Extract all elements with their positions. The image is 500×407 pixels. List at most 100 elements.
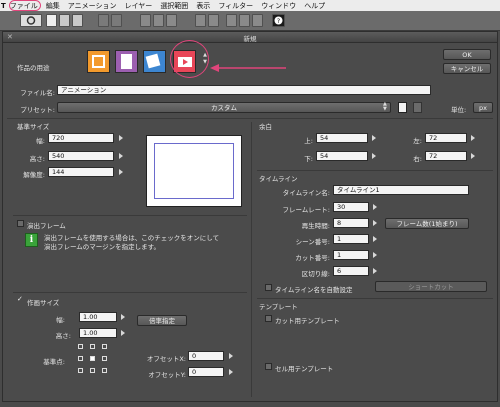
work-width-arrow-icon[interactable] (121, 314, 125, 320)
margin-bottom-input[interactable]: 54 (316, 151, 368, 161)
tool-button-4[interactable] (195, 14, 206, 27)
margin-right-input[interactable]: 72 (425, 151, 467, 161)
tool-button-7[interactable] (239, 14, 250, 27)
width-input[interactable]: 720 (48, 133, 114, 143)
cel-template-label: セル用テンプレート (275, 365, 334, 373)
menu-animation[interactable]: アニメーション (68, 1, 117, 11)
tool-button-5[interactable] (208, 14, 219, 27)
column-divider (251, 122, 252, 397)
timeline-name-input[interactable]: タイムライン1 (333, 185, 469, 195)
margin-top-arrow-icon[interactable] (372, 135, 376, 141)
work-width-input[interactable]: 1.00 (79, 312, 117, 322)
divider-right-2 (257, 298, 493, 299)
canvas-preview-frame (154, 143, 234, 199)
preset-value: カスタム (211, 104, 237, 112)
margin-bottom-arrow-icon[interactable] (372, 153, 376, 159)
tool-button-6[interactable] (226, 14, 237, 27)
redo-button[interactable] (111, 14, 122, 27)
frames-unit-select[interactable]: フレーム数(1始まり) (385, 218, 469, 229)
margin-left-input[interactable]: 72 (425, 133, 467, 143)
scale-button[interactable]: 倍率指定 (137, 315, 187, 326)
playback-arrow-icon[interactable] (373, 220, 377, 226)
margin-left-arrow-icon[interactable] (471, 135, 475, 141)
offset-y-label: オフセットY: (148, 371, 186, 379)
preset-select[interactable]: カスタム (57, 102, 391, 113)
cancel-button[interactable]: キャンセル (443, 63, 491, 74)
cut-template-checkbox[interactable] (265, 315, 272, 322)
offset-x-label: オフセットX: (146, 355, 186, 363)
basic-size-header: 基準サイズ (17, 123, 50, 131)
autoset-label: タイムライン名を自動設定 (275, 286, 353, 294)
menu-window[interactable]: ウィンドウ (261, 1, 296, 11)
divider-line-arrow-icon[interactable] (373, 268, 377, 274)
width-arrow-icon[interactable] (119, 135, 123, 141)
scene-arrow-icon[interactable] (373, 236, 377, 242)
menu-layer[interactable]: レイヤー (125, 1, 153, 11)
height-input[interactable]: 540 (48, 151, 114, 161)
delete-preset-icon[interactable] (413, 102, 422, 113)
help-button[interactable]: ? (272, 14, 285, 27)
playback-input[interactable]: 8 (333, 218, 369, 228)
menu-bar: T ファイル 編集 アニメーション レイヤー 選択範囲 表示 フィルター ウィン… (0, 0, 500, 11)
work-size-checkmark[interactable]: ✓ (17, 295, 23, 303)
offset-x-input[interactable]: 0 (188, 351, 224, 361)
framerate-label: フレームレート: (282, 206, 331, 214)
menu-view[interactable]: 表示 (196, 1, 210, 11)
margin-header: 余白 (259, 123, 272, 131)
work-height-label: 高さ: (55, 332, 71, 340)
info-icon: i (25, 233, 38, 247)
tool-button-3[interactable] (166, 14, 177, 27)
new-file-button[interactable] (46, 14, 57, 27)
work-height-input[interactable]: 1.00 (79, 328, 117, 338)
app-logo-button[interactable] (20, 14, 42, 27)
tool-button-1[interactable] (140, 14, 151, 27)
preset-dropdown-icon: ▲ ▼ (383, 101, 387, 112)
height-arrow-icon[interactable] (119, 153, 123, 159)
resolution-arrow-icon[interactable] (119, 169, 123, 175)
offset-y-arrow-icon[interactable] (229, 369, 233, 375)
divider-line-input[interactable]: 6 (333, 266, 369, 276)
bleed-header: 演出フレーム (27, 222, 66, 230)
offset-y-input[interactable]: 0 (188, 367, 224, 377)
menu-help[interactable]: ヘルプ (304, 1, 325, 11)
cut-input[interactable]: 1 (333, 250, 369, 260)
margin-top-input[interactable]: 54 (316, 133, 368, 143)
divider-top (7, 118, 493, 119)
menu-filter[interactable]: フィルター (218, 1, 253, 11)
margin-top-label: 上: (304, 137, 313, 145)
scene-input[interactable]: 1 (333, 234, 369, 244)
dialog-title: 新規 (243, 35, 257, 43)
ok-button[interactable]: OK (443, 49, 491, 60)
cut-arrow-icon[interactable] (373, 252, 377, 258)
tool-button-8[interactable] (252, 14, 263, 27)
autoset-checkbox[interactable] (265, 284, 272, 291)
comic-purpose-icon[interactable] (115, 50, 138, 73)
unit-value: px (479, 104, 487, 112)
filename-label: ファイル名: (20, 89, 55, 97)
divider-line-label: 区切り線: (301, 270, 330, 278)
resolution-input[interactable]: 144 (48, 167, 114, 177)
shortcut-button[interactable]: ショートカット (375, 281, 487, 292)
anchor-grid[interactable] (78, 344, 108, 374)
work-height-arrow-icon[interactable] (121, 330, 125, 336)
cel-template-checkbox[interactable] (265, 363, 272, 370)
cut-template-label: カット用テンプレート (275, 317, 340, 325)
open-file-button[interactable] (59, 14, 70, 27)
menu-edit[interactable]: 編集 (46, 1, 60, 11)
save-preset-icon[interactable] (398, 102, 407, 113)
menu-selection[interactable]: 選択範囲 (160, 1, 188, 11)
framerate-arrow-icon[interactable] (373, 204, 377, 210)
all-settings-purpose-icon[interactable] (143, 50, 166, 73)
tool-button-2[interactable] (153, 14, 164, 27)
offset-x-arrow-icon[interactable] (229, 353, 233, 359)
framerate-input[interactable]: 30 (333, 202, 369, 212)
filename-input[interactable]: アニメーション (57, 85, 431, 95)
app-menu[interactable]: T (1, 2, 6, 10)
unit-select[interactable]: px (473, 102, 493, 113)
pointer-arrow (210, 64, 286, 72)
illustration-purpose-icon[interactable] (87, 50, 110, 73)
undo-button[interactable] (98, 14, 109, 27)
save-button[interactable] (72, 14, 83, 27)
margin-right-arrow-icon[interactable] (471, 153, 475, 159)
bleed-checkbox[interactable] (17, 220, 24, 227)
